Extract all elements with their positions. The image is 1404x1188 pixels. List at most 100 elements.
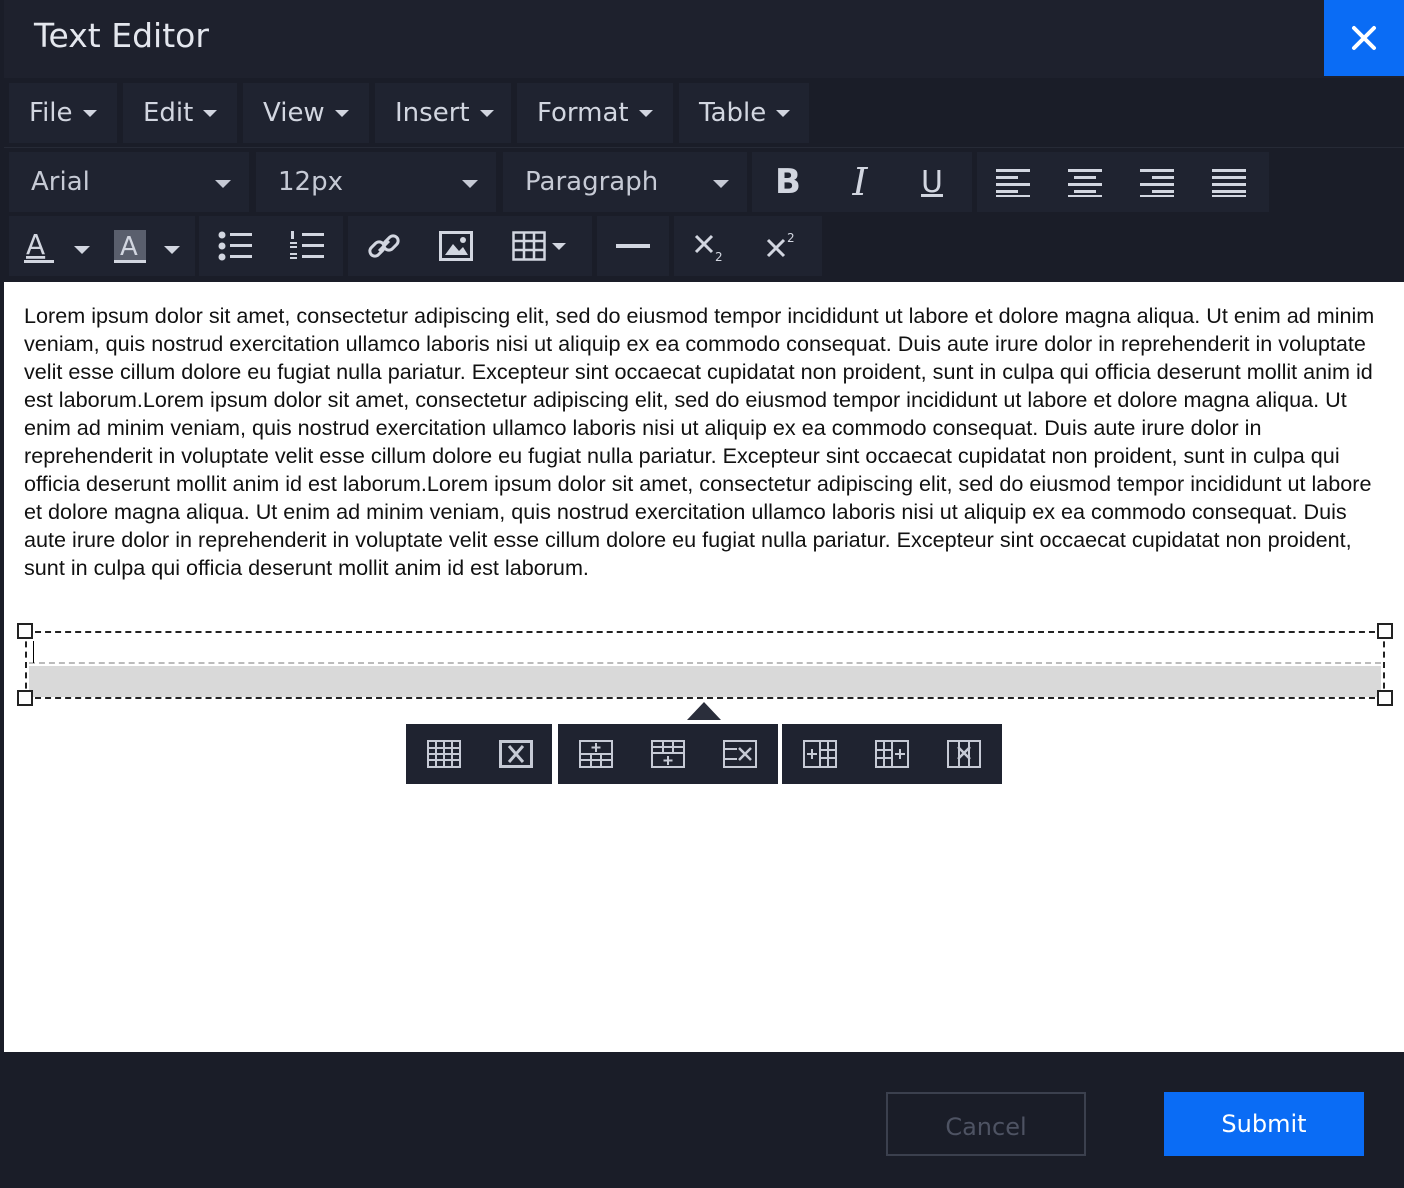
font-size-value: 12px	[278, 167, 343, 197]
table-popup-group-rows	[558, 724, 778, 784]
text-color-icon: A	[24, 228, 90, 263]
menu-edit[interactable]: Edit	[123, 83, 237, 143]
table-popup-group-table	[406, 724, 552, 784]
submit-button[interactable]: Submit	[1164, 1092, 1364, 1156]
close-icon	[1352, 26, 1376, 50]
text-color-button[interactable]: A	[15, 216, 105, 276]
table-icon	[512, 231, 566, 261]
align-left-button[interactable]	[977, 152, 1049, 212]
chevron-down-icon	[462, 180, 478, 188]
background-color-button[interactable]: A	[105, 216, 195, 276]
color-group: A A	[9, 216, 195, 276]
table-properties-icon	[427, 740, 461, 768]
toolbar: Arial 12px Paragraph B I U A A 2 2	[4, 148, 1404, 282]
svg-text:2: 2	[787, 231, 795, 245]
font-family-select[interactable]: Arial	[9, 152, 249, 212]
chevron-down-icon	[203, 109, 218, 117]
editor-content[interactable]: Lorem ipsum dolor sit amet, consectetur …	[4, 282, 1404, 1052]
insert-column-after-button[interactable]	[856, 724, 928, 784]
svg-text:A: A	[120, 232, 138, 262]
menu-table[interactable]: Table	[679, 83, 809, 143]
hr-group	[597, 216, 669, 276]
selected-table[interactable]	[25, 631, 1385, 699]
delete-row-icon	[723, 740, 757, 768]
alignment-group	[977, 152, 1269, 212]
insert-image-button[interactable]	[420, 216, 492, 276]
list-group	[199, 216, 343, 276]
chevron-down-icon	[334, 109, 349, 117]
align-center-icon	[1068, 169, 1102, 197]
title-bar: Text Editor	[4, 0, 1404, 78]
close-button[interactable]	[1324, 0, 1404, 76]
svg-text:2: 2	[715, 250, 723, 262]
text-cursor	[33, 641, 34, 663]
content-paragraph[interactable]: Lorem ipsum dolor sit amet, consectetur …	[24, 302, 1390, 582]
numbered-list-button[interactable]	[271, 216, 343, 276]
resize-handle-bottom-left[interactable]	[17, 690, 33, 706]
subscript-button[interactable]: 2	[674, 216, 746, 276]
menu-view-label: View	[263, 98, 325, 128]
resize-handle-top-right[interactable]	[1377, 623, 1393, 639]
align-center-button[interactable]	[1049, 152, 1121, 212]
chevron-down-icon	[215, 180, 231, 188]
horizontal-rule-icon	[616, 244, 650, 248]
resize-handle-top-left[interactable]	[17, 623, 33, 639]
menu-format-label: Format	[537, 98, 629, 128]
table-row[interactable]	[29, 666, 1381, 697]
popup-arrow	[687, 702, 721, 720]
subscript-icon: 2	[694, 234, 723, 262]
insert-row-after-button[interactable]	[632, 724, 704, 784]
font-family-value: Arial	[31, 167, 90, 197]
bold-button[interactable]: B	[752, 152, 824, 212]
italic-button[interactable]: I	[824, 152, 896, 212]
block-format-value: Paragraph	[525, 167, 659, 197]
align-justify-button[interactable]	[1193, 152, 1265, 212]
bullet-list-icon	[218, 231, 252, 261]
insert-column-after-icon	[875, 740, 909, 768]
menu-insert[interactable]: Insert	[375, 83, 511, 143]
table-properties-button[interactable]	[408, 724, 480, 784]
align-right-icon	[1140, 169, 1174, 197]
delete-column-button[interactable]	[928, 724, 1000, 784]
numbered-list-icon	[290, 231, 324, 259]
insert-row-before-button[interactable]	[560, 724, 632, 784]
insert-row-after-icon	[651, 740, 685, 768]
menu-format[interactable]: Format	[517, 83, 673, 143]
table-row[interactable]	[29, 635, 1381, 664]
link-icon	[368, 234, 400, 258]
italic-icon: I	[852, 160, 868, 204]
chevron-down-icon	[713, 180, 729, 188]
menu-bar: File Edit View Insert Format Table	[4, 78, 1404, 148]
delete-row-button[interactable]	[704, 724, 776, 784]
cancel-button[interactable]: Cancel	[886, 1092, 1086, 1156]
font-size-select[interactable]: 12px	[256, 152, 496, 212]
superscript-button[interactable]: 2	[746, 216, 818, 276]
resize-handle-bottom-right[interactable]	[1377, 690, 1393, 706]
menu-table-label: Table	[699, 98, 767, 128]
underline-button[interactable]: U	[896, 152, 968, 212]
menu-file-label: File	[29, 98, 73, 128]
background-color-icon: A	[114, 230, 180, 263]
image-icon	[439, 231, 473, 261]
svg-text:A: A	[26, 228, 45, 261]
dialog-footer: Cancel Submit	[4, 1052, 1404, 1188]
chevron-down-icon	[479, 109, 494, 117]
insert-group	[348, 216, 592, 276]
text-style-group: B I U	[752, 152, 972, 212]
horizontal-rule-button[interactable]	[597, 216, 669, 276]
block-format-select[interactable]: Paragraph	[503, 152, 747, 212]
align-right-button[interactable]	[1121, 152, 1193, 212]
delete-table-button[interactable]	[480, 724, 552, 784]
script-group: 2 2	[674, 216, 822, 276]
menu-file[interactable]: File	[9, 83, 117, 143]
align-left-icon	[996, 169, 1030, 197]
align-justify-icon	[1212, 169, 1246, 197]
delete-column-icon	[947, 740, 981, 768]
insert-link-button[interactable]	[348, 216, 420, 276]
insert-table-button[interactable]	[492, 216, 592, 276]
superscript-icon: 2	[766, 231, 795, 258]
insert-column-before-button[interactable]	[784, 724, 856, 784]
menu-view[interactable]: View	[243, 83, 369, 143]
delete-table-icon	[499, 740, 533, 768]
bullet-list-button[interactable]	[199, 216, 271, 276]
